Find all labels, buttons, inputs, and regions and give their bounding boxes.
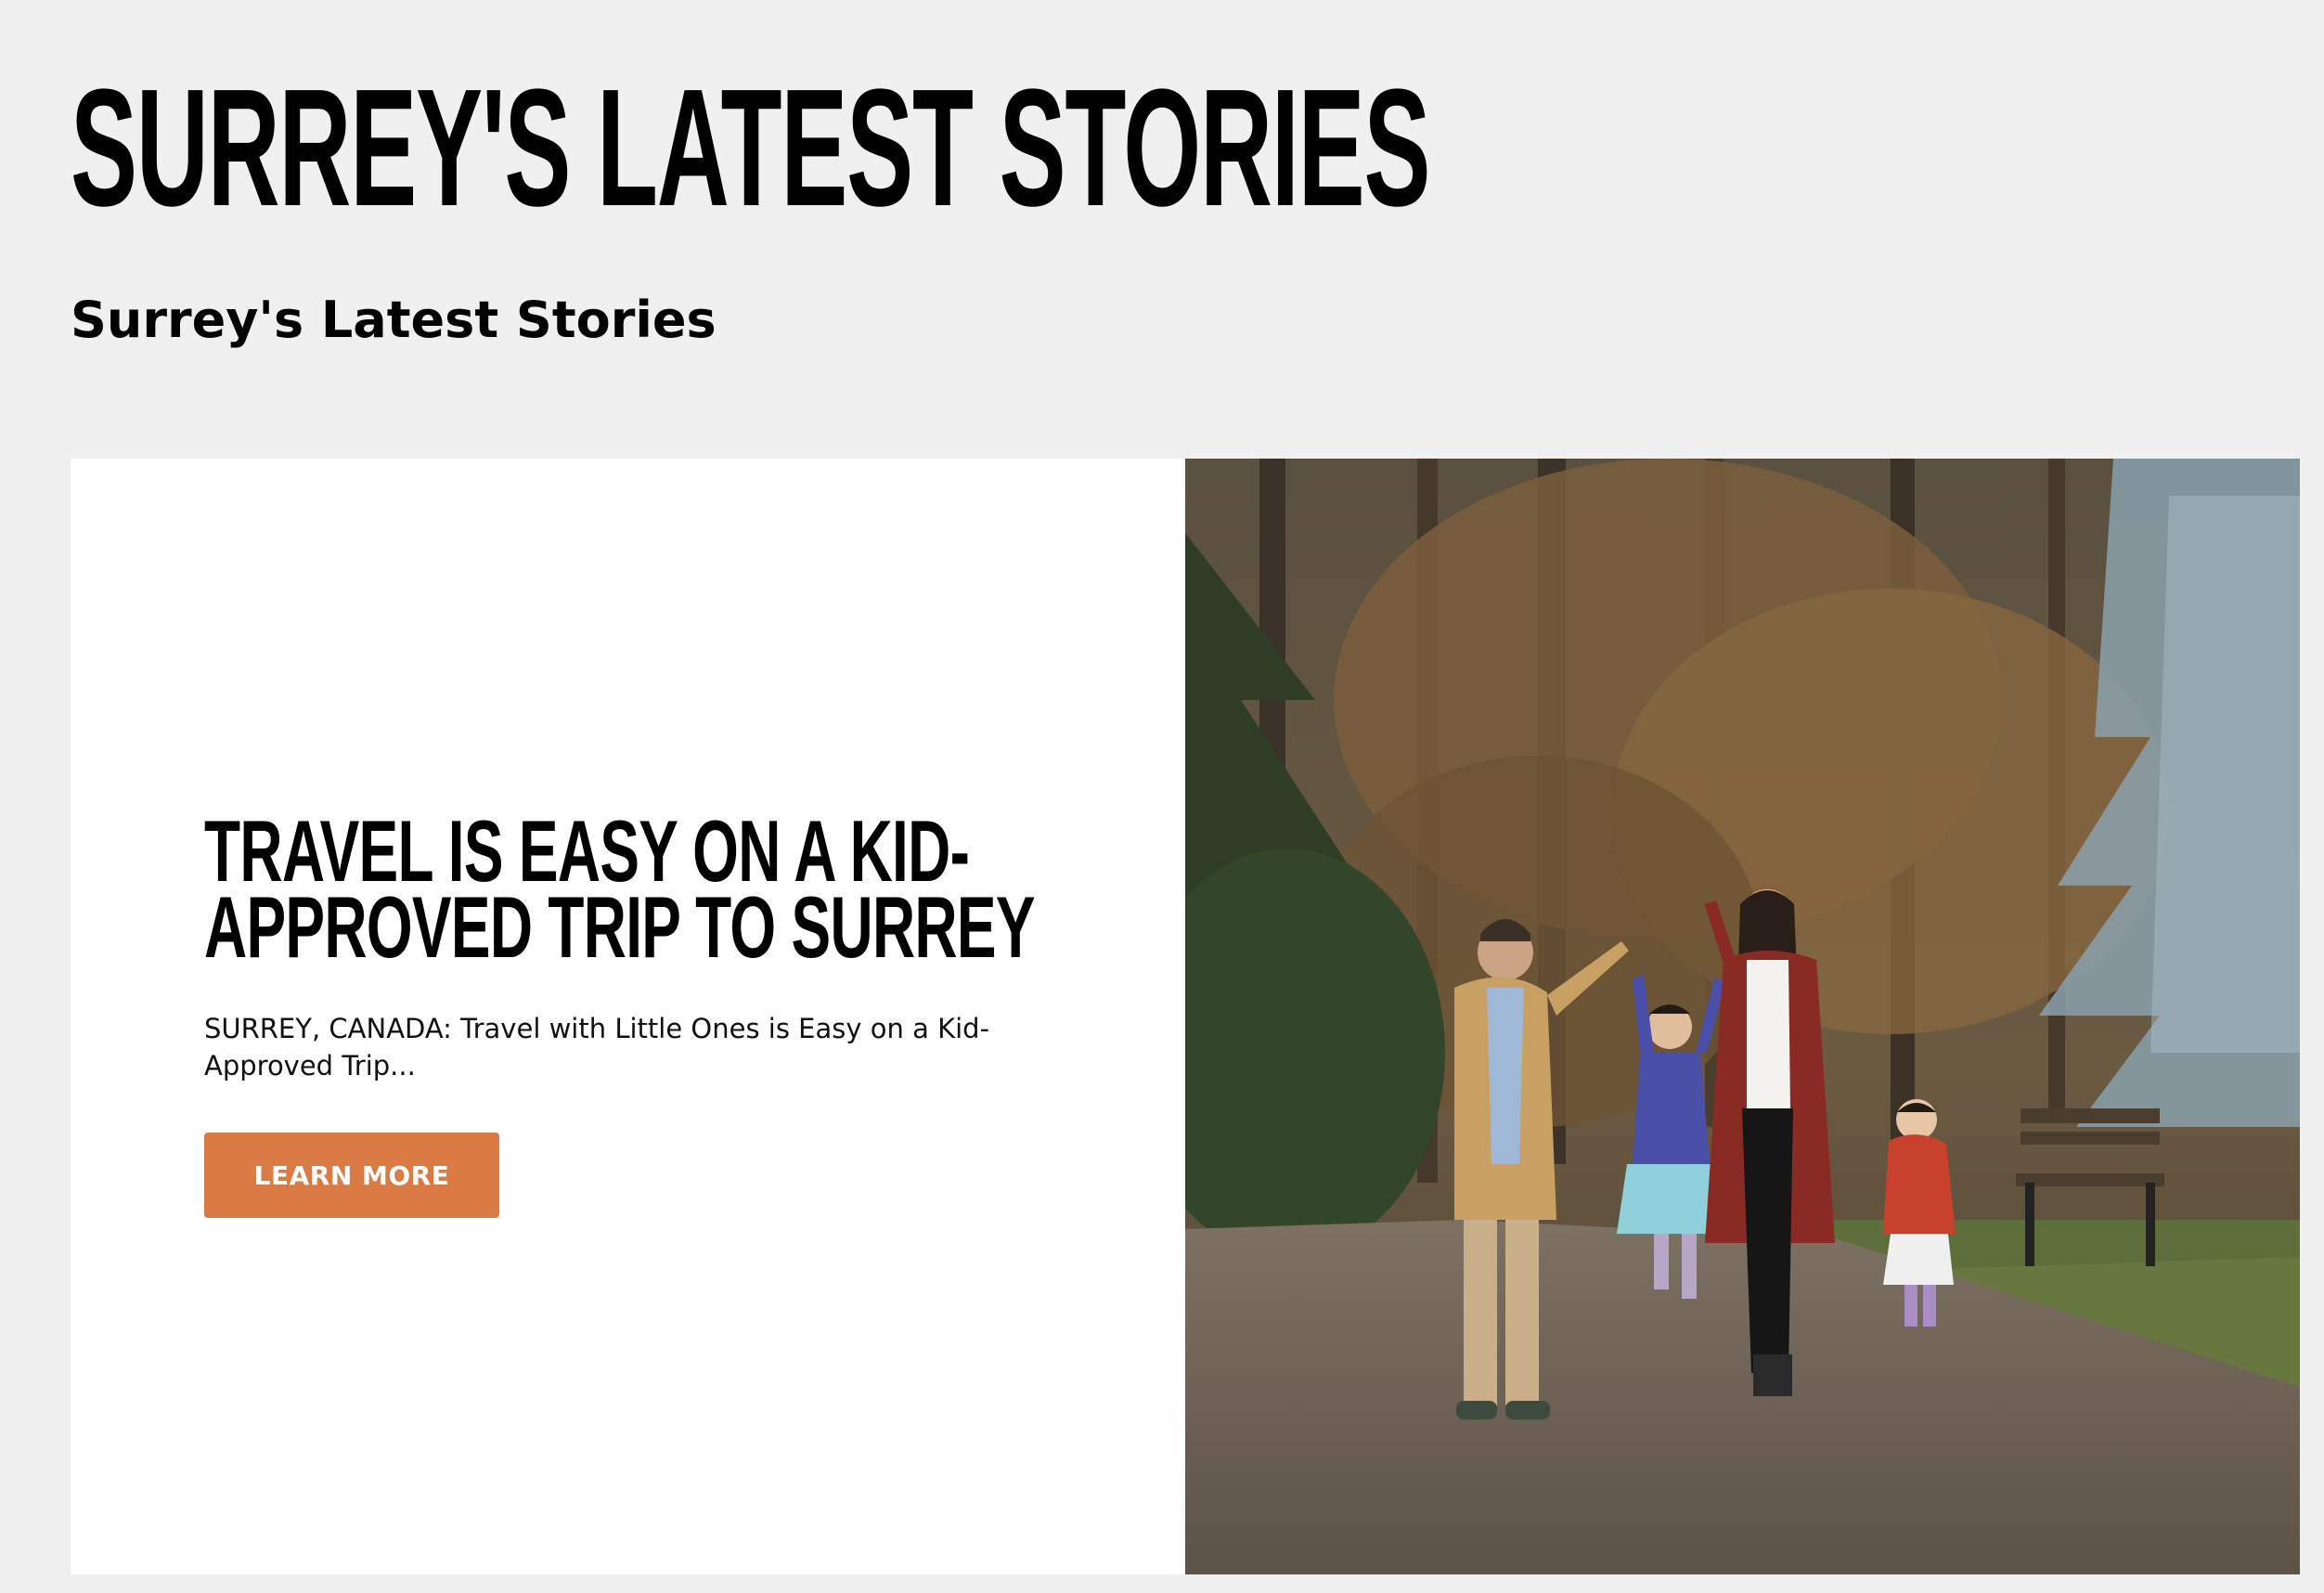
section-subtitle: Surrey's Latest Stories (71, 291, 717, 349)
page-title: SURREY'S LATEST STORIES (71, 55, 1431, 241)
story-image[interactable] (1185, 459, 2300, 1574)
story-text-block: TRAVEL IS EASY ON A KID-APPROVED TRIP TO… (204, 802, 1132, 1218)
story-excerpt: SURREY, CANADA: Travel with Little Ones … (204, 1013, 990, 1081)
family-walking-in-park-photo (1185, 459, 2300, 1574)
story-card: TRAVEL IS EASY ON A KID-APPROVED TRIP TO… (71, 459, 2300, 1574)
story-title: TRAVEL IS EASY ON A KID-APPROVED TRIP TO… (204, 802, 1035, 976)
learn-more-button[interactable]: LEARN MORE (204, 1133, 499, 1218)
